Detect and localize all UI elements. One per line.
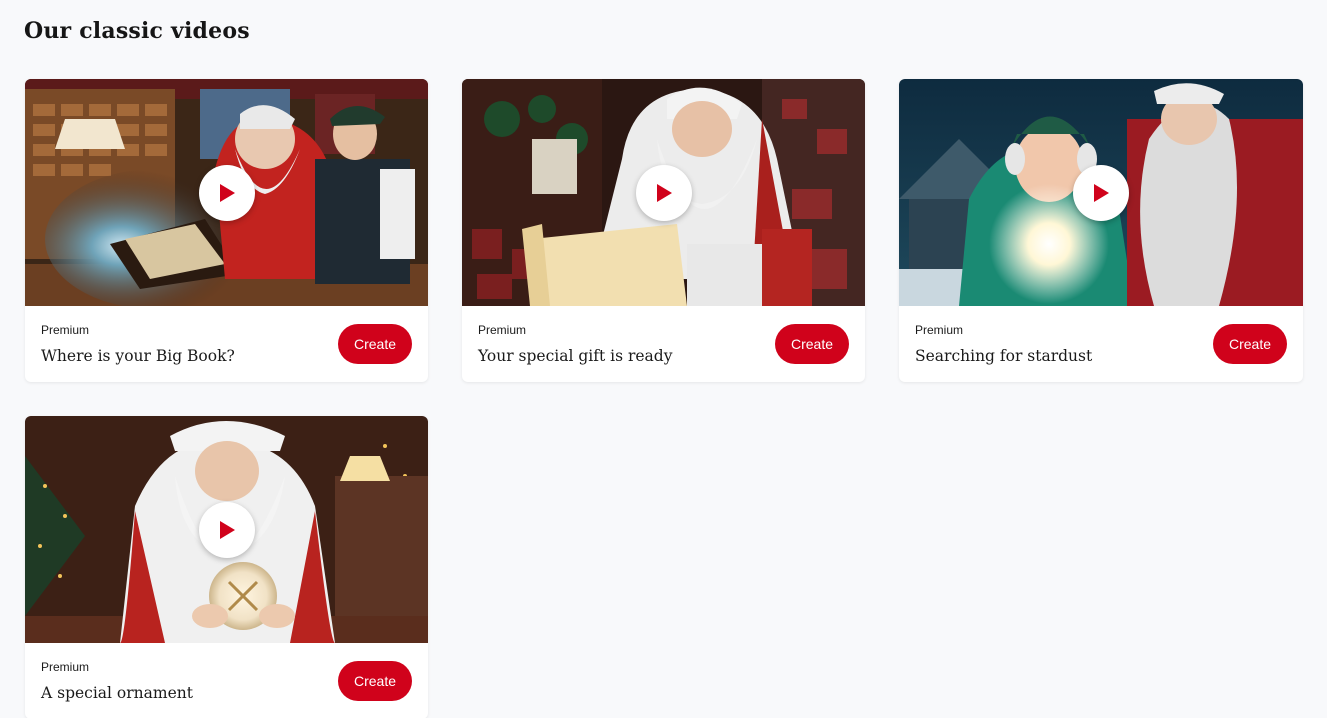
video-thumbnail[interactable] [25, 79, 428, 306]
video-thumbnail[interactable] [25, 416, 428, 643]
tier-label: Premium [41, 660, 90, 674]
play-button[interactable] [198, 164, 255, 221]
play-icon [219, 183, 235, 202]
play-button[interactable] [635, 164, 692, 221]
video-card[interactable]: Premium A special ornament Create [25, 416, 428, 718]
card-body: Premium Your special gift is ready Creat… [462, 306, 865, 382]
create-button[interactable]: Create [338, 661, 412, 701]
create-button[interactable]: Create [338, 324, 412, 364]
video-title: A special ornament [41, 684, 193, 702]
page: Our classic videos Premium Where is your… [0, 0, 1327, 718]
card-body: Premium A special ornament Create [25, 643, 428, 718]
video-thumbnail[interactable] [899, 79, 1303, 306]
tier-label: Premium [41, 323, 90, 337]
play-icon [1094, 183, 1109, 202]
card-body: Premium Searching for stardust Create [899, 306, 1303, 382]
video-grid: Premium Where is your Big Book? Create P… [25, 79, 1303, 718]
create-button[interactable]: Create [775, 324, 849, 364]
video-title: Searching for stardust [915, 347, 1093, 365]
video-card[interactable]: Premium Where is your Big Book? Create [25, 79, 428, 382]
tier-label: Premium [478, 323, 527, 337]
card-body: Premium Where is your Big Book? Create [25, 306, 428, 382]
section-title: Our classic videos [24, 18, 250, 44]
tier-label: Premium [915, 323, 964, 337]
play-icon [219, 520, 235, 539]
create-button[interactable]: Create [1213, 324, 1287, 364]
play-button[interactable] [1073, 164, 1129, 221]
video-card[interactable]: Premium Your special gift is ready Creat… [462, 79, 865, 382]
video-title: Where is your Big Book? [41, 347, 235, 365]
play-icon [656, 183, 672, 202]
video-title: Your special gift is ready [478, 347, 673, 365]
play-button[interactable] [198, 501, 255, 558]
video-thumbnail[interactable] [462, 79, 865, 306]
video-card[interactable]: Premium Searching for stardust Create [899, 79, 1303, 382]
